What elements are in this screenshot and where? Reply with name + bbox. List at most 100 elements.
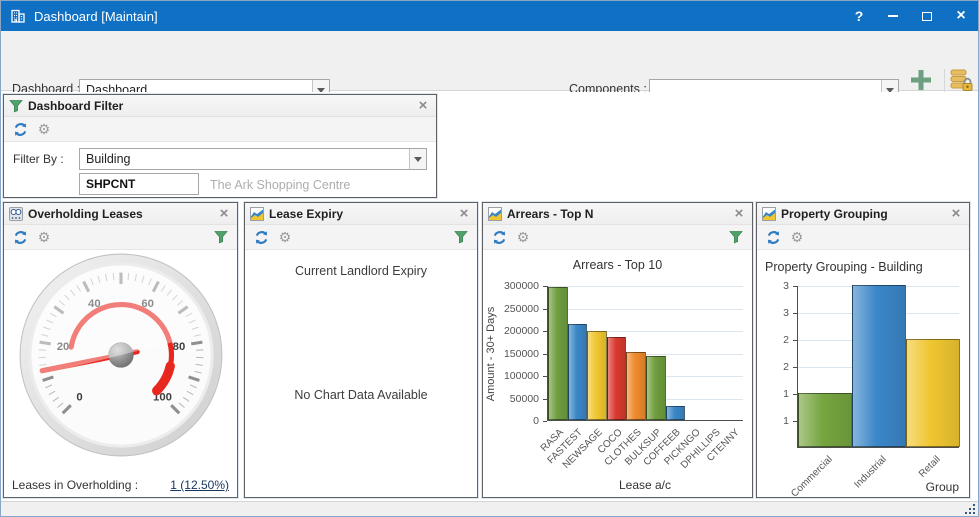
bar-bulksup[interactable] [646, 356, 666, 420]
gridline [548, 309, 743, 310]
filter-by-combo-dropdown-button[interactable] [409, 149, 426, 169]
resize-grip[interactable] [964, 503, 976, 515]
y-axis-tick-label: 3 [765, 307, 789, 319]
minimize-button[interactable] [876, 1, 910, 31]
overholding-count-link[interactable]: 1 (12.50%) [170, 478, 229, 492]
dashboard-filter-panel: Dashboard Filter × ⚙ Filter By : Buil [3, 94, 437, 198]
gear-icon: ⚙ [517, 230, 530, 244]
refresh-icon [13, 122, 28, 137]
settings-button[interactable]: ⚙ [34, 227, 54, 247]
dashboard-filter-toolbar: ⚙ [4, 117, 436, 142]
property-grouping-chart: Property Grouping - Building112233Commer… [757, 250, 969, 497]
panel-title: Property Grouping [781, 207, 947, 221]
y-axis-tick [793, 340, 797, 341]
lease-expiry-header: Lease Expiry × [245, 203, 477, 225]
building-code-input[interactable]: SHPCNT [79, 173, 199, 195]
y-axis-tick [543, 376, 547, 377]
refresh-icon [492, 230, 507, 245]
arrears-toolbar: ⚙ [483, 225, 752, 250]
bar-clothes[interactable] [626, 352, 646, 420]
close-panel-button[interactable]: × [730, 205, 748, 223]
y-axis-tick [793, 394, 797, 395]
refresh-button[interactable] [763, 227, 783, 247]
settings-button[interactable]: ⚙ [275, 227, 295, 247]
y-axis-tick-label: 300000 [495, 280, 539, 292]
lease-expiry-panel: Lease Expiry × ⚙ [244, 202, 478, 498]
bar-coffeeb[interactable] [666, 406, 686, 420]
refresh-button[interactable] [489, 227, 509, 247]
bar-commercial[interactable] [798, 393, 852, 447]
x-axis-title: Group [926, 480, 959, 494]
refresh-icon [13, 230, 28, 245]
refresh-icon [766, 230, 781, 245]
gear-icon: ⚙ [279, 230, 292, 244]
y-axis-tick-label: 50000 [495, 393, 539, 405]
bar-industrial[interactable] [852, 285, 906, 447]
bar-coco[interactable] [607, 337, 627, 420]
bar-retail[interactable] [906, 339, 960, 447]
property-grouping-header: Property Grouping × [757, 203, 969, 225]
y-axis-tick [543, 399, 547, 400]
y-axis-tick-label: 1 [765, 415, 789, 427]
gauge-scale-label: 80 [172, 341, 185, 353]
refresh-button[interactable] [251, 227, 271, 247]
overholding-leases-panel: Overholding Leases × ⚙ [3, 202, 238, 498]
bar-rasa[interactable] [548, 287, 568, 420]
close-panel-button[interactable]: × [947, 205, 965, 223]
y-axis-tick [543, 331, 547, 332]
y-axis-tick [543, 309, 547, 310]
property-grouping-panel: Property Grouping × ⚙ Property Grouping … [756, 202, 970, 498]
filter-icon [9, 99, 23, 113]
y-axis-tick [793, 286, 797, 287]
gauges-icon [9, 207, 23, 221]
gear-icon: ⚙ [38, 230, 51, 244]
close-panel-button[interactable]: × [215, 205, 233, 223]
overholding-body: 020406080100 Leases in Overholding : 1 (… [4, 250, 237, 497]
bar-newsage[interactable] [587, 331, 607, 420]
filter-icon [454, 230, 468, 244]
refresh-button[interactable] [10, 227, 30, 247]
filter-by-combo[interactable]: Building [79, 148, 427, 170]
chart-icon [250, 207, 264, 221]
panel-title: Overholding Leases [28, 207, 215, 221]
arrears-header: Arrears - Top N × [483, 203, 752, 225]
y-axis-tick-label: 2 [765, 361, 789, 373]
property-grouping-toolbar: ⚙ [757, 225, 969, 250]
chevron-down-icon [414, 157, 422, 162]
filter-button[interactable] [211, 227, 231, 247]
x-axis-tick-label: Commercial [789, 454, 834, 499]
lease-expiry-toolbar: ⚙ [245, 225, 477, 250]
y-axis-tick [543, 286, 547, 287]
y-axis-tick-label: 150000 [495, 348, 539, 360]
panel-title: Arrears - Top N [507, 207, 730, 221]
close-icon: × [956, 8, 965, 24]
lock-database-icon [948, 67, 974, 93]
help-button[interactable]: ? [842, 1, 876, 31]
plus-icon [908, 67, 934, 93]
y-axis-tick-label: 200000 [495, 325, 539, 337]
maximize-button[interactable] [910, 1, 944, 31]
close-button[interactable]: × [944, 1, 978, 31]
filter-button[interactable] [451, 227, 471, 247]
filter-button[interactable] [726, 227, 746, 247]
status-bar [1, 501, 978, 516]
chart-icon [762, 207, 776, 221]
close-panel-button[interactable]: × [414, 97, 432, 115]
x-axis-title: Lease a/c [547, 478, 743, 492]
settings-button[interactable]: ⚙ [787, 227, 807, 247]
y-axis-tick-label: 0 [495, 415, 539, 427]
settings-button[interactable]: ⚙ [34, 119, 54, 139]
panel-title: Lease Expiry [269, 207, 455, 221]
close-panel-button[interactable]: × [455, 205, 473, 223]
refresh-icon [254, 230, 269, 245]
dashboard-filter-body: Filter By : Building SHPCNT The Ark Shop… [4, 142, 436, 197]
filter-by-combo-value: Building [80, 149, 409, 169]
settings-button[interactable]: ⚙ [513, 227, 533, 247]
bar-fastest[interactable] [568, 324, 588, 420]
plot-area [797, 286, 959, 448]
filter-icon [214, 230, 228, 244]
dashboard-filter-header: Dashboard Filter × [4, 95, 436, 117]
y-axis-tick [793, 421, 797, 422]
refresh-button[interactable] [10, 119, 30, 139]
overholding-gauge: 020406080100 [18, 252, 224, 463]
